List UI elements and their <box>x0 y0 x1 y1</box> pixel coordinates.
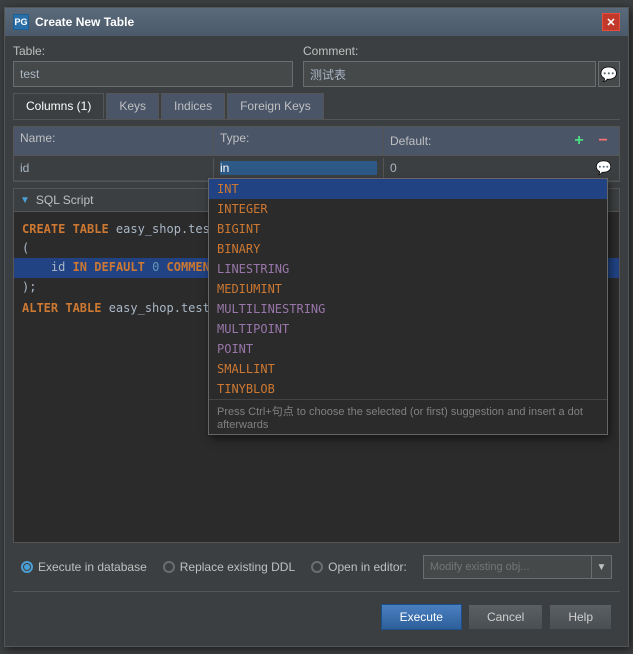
content-area: Table: Comment: 💬 Columns (1) Keys Indic… <box>5 36 628 646</box>
title-bar: PG Create New Table ✕ <box>5 8 628 36</box>
comment-row: 💬 <box>303 61 620 87</box>
replace-ddl-option[interactable]: Replace existing DDL <box>163 560 295 574</box>
col-type-input[interactable] <box>220 161 377 175</box>
replace-ddl-radio[interactable] <box>163 561 175 573</box>
main-window: PG Create New Table ✕ Table: Comment: 💬 <box>4 7 629 647</box>
table-field-group: Table: <box>13 44 293 87</box>
tabs-bar: Columns (1) Keys Indices Foreign Keys <box>13 93 620 120</box>
autocomplete-item-mediumint[interactable]: MEDIUMINT <box>209 279 607 299</box>
open-editor-input[interactable] <box>423 555 592 579</box>
autocomplete-item-point[interactable]: POINT <box>209 339 607 359</box>
col-type-header: Type: <box>214 127 384 155</box>
col-name-header: Name: <box>14 127 214 155</box>
open-editor-input-group: ▼ <box>423 555 612 579</box>
autocomplete-item-linestring[interactable]: LINESTRING <box>209 259 607 279</box>
table-input[interactable] <box>13 61 293 87</box>
execute-db-radio[interactable] <box>21 561 33 573</box>
col-name-cell <box>14 158 214 178</box>
autocomplete-item-multipoint[interactable]: MULTIPOINT <box>209 319 607 339</box>
col-type-cell: INT INTEGER BIGINT BINARY LINESTRING MED… <box>214 158 384 178</box>
tab-foreign-keys[interactable]: Foreign Keys <box>227 93 324 119</box>
open-editor-radio[interactable] <box>311 561 323 573</box>
tab-keys[interactable]: Keys <box>106 93 159 119</box>
autocomplete-item-integer[interactable]: INTEGER <box>209 199 607 219</box>
close-button[interactable]: ✕ <box>602 13 620 31</box>
execute-button[interactable]: Execute <box>381 604 462 630</box>
autocomplete-item-int[interactable]: INT <box>209 179 607 199</box>
help-button[interactable]: Help <box>549 604 612 630</box>
execute-db-option[interactable]: Execute in database <box>21 560 147 574</box>
autocomplete-hint: Press Ctrl+句点 to choose the selected (or… <box>209 399 607 434</box>
table-comment-row: Table: Comment: 💬 <box>13 44 620 87</box>
cancel-button[interactable]: Cancel <box>468 604 543 630</box>
open-editor-dropdown-arrow[interactable]: ▼ <box>592 555 612 579</box>
sql-kw-create: CREATE TABLE <box>22 222 116 236</box>
autocomplete-item-smallint[interactable]: SMALLINT <box>209 359 607 379</box>
col-default-header: Default: + − <box>384 127 619 155</box>
sql-schema-table: easy_shop.test <box>116 222 217 236</box>
col-default-input[interactable] <box>390 161 593 175</box>
comment-icon-button[interactable]: 💬 <box>598 61 620 87</box>
title-bar-left: PG Create New Table <box>13 14 134 30</box>
comment-label: Comment: <box>303 44 620 58</box>
autocomplete-item-multilinestring[interactable]: MULTILINESTRING <box>209 299 607 319</box>
window-title: Create New Table <box>35 15 134 29</box>
col-action-buttons: + − <box>569 131 613 151</box>
tab-indices[interactable]: Indices <box>161 93 225 119</box>
columns-table-area: Name: Type: Default: + − <box>13 126 620 182</box>
tab-columns[interactable]: Columns (1) <box>13 93 104 119</box>
autocomplete-item-bigint[interactable]: BIGINT <box>209 219 607 239</box>
button-row: Execute Cancel Help <box>13 598 620 638</box>
sql-chevron-icon: ▼ <box>20 195 30 206</box>
sql-header-label: SQL Script <box>36 193 94 207</box>
comment-input[interactable] <box>303 61 596 87</box>
app-icon: PG <box>13 14 29 30</box>
default-comment-icon[interactable]: 💬 <box>595 159 613 177</box>
autocomplete-item-tinyblob[interactable]: TINYBLOB <box>209 379 607 399</box>
table-label: Table: <box>13 44 293 58</box>
open-editor-option[interactable]: Open in editor: <box>311 560 407 574</box>
remove-column-button[interactable]: − <box>593 131 613 151</box>
bottom-options: Execute in database Replace existing DDL… <box>13 549 620 585</box>
autocomplete-item-binary[interactable]: BINARY <box>209 239 607 259</box>
autocomplete-dropdown: INT INTEGER BIGINT BINARY LINESTRING MED… <box>208 178 608 435</box>
comment-field-group: Comment: 💬 <box>303 44 620 87</box>
columns-header-row: Name: Type: Default: + − <box>14 127 619 156</box>
col-name-input[interactable] <box>20 161 207 175</box>
add-column-button[interactable]: + <box>569 131 589 151</box>
table-row: INT INTEGER BIGINT BINARY LINESTRING MED… <box>14 156 619 181</box>
col-default-cell: 💬 <box>384 156 619 180</box>
divider <box>13 591 620 592</box>
